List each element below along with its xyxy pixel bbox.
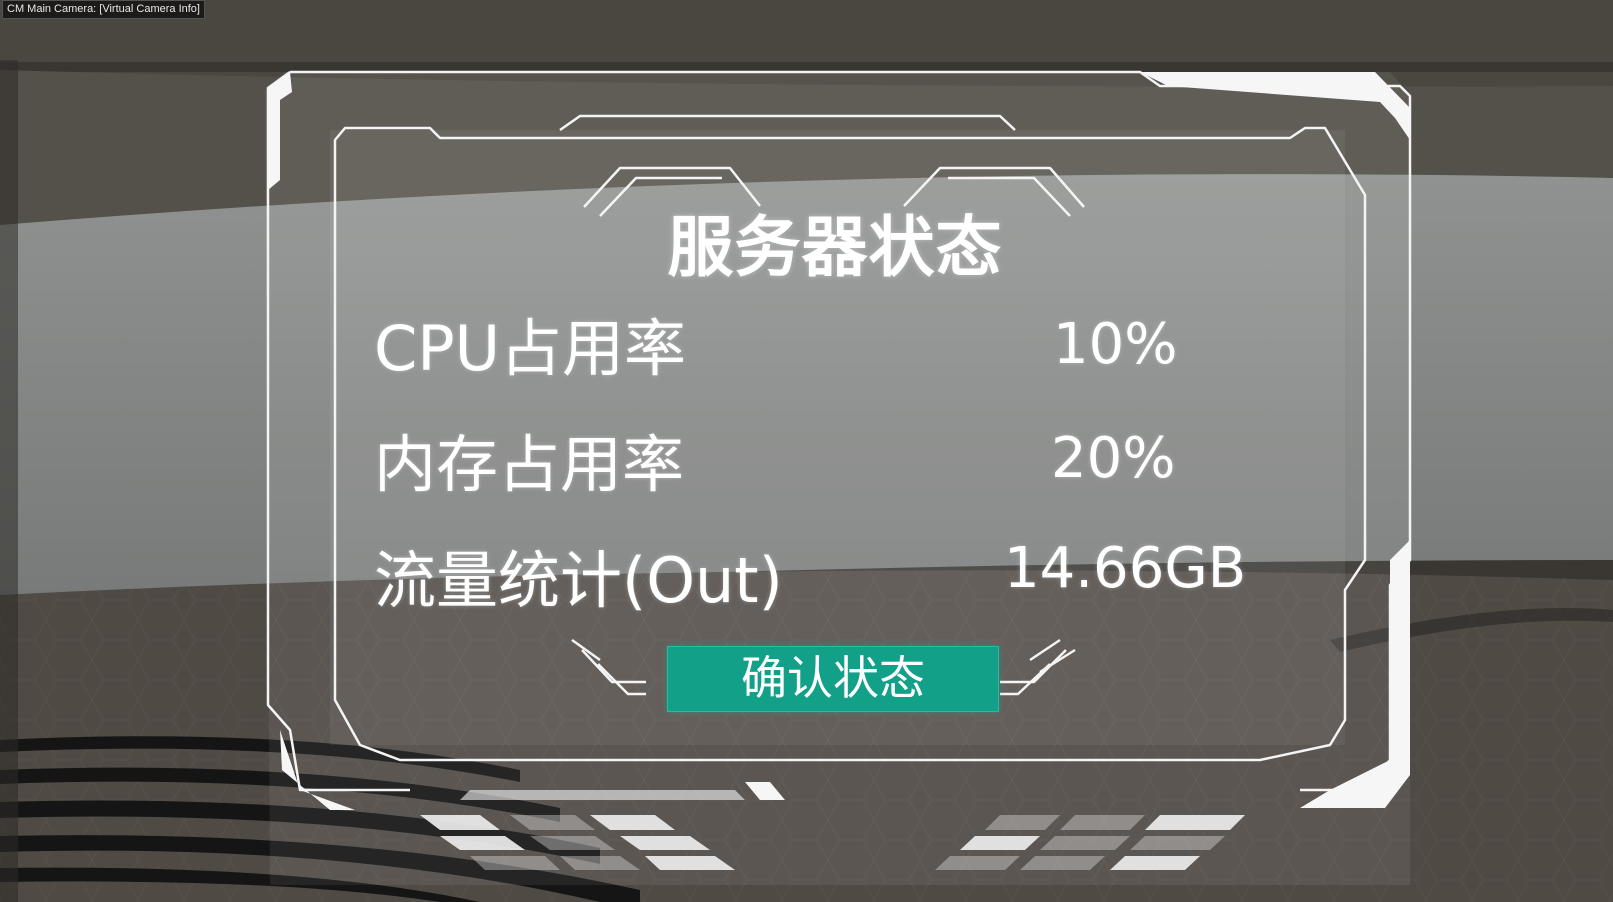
camera-debug-label: CM Main Camera: [Virtual Camera Info] xyxy=(2,0,205,19)
hud-frame xyxy=(265,70,1412,885)
memory-usage-value: 20% xyxy=(1051,426,1176,491)
game-scene: CM Main Camera: [Virtual Camera Info] 服务… xyxy=(0,0,1613,902)
confirm-status-button[interactable]: 确认状态 xyxy=(667,646,999,712)
memory-usage-label: 内存占用率 xyxy=(374,428,685,501)
panel-title: 服务器状态 xyxy=(667,209,1003,286)
traffic-out-value: 14.66GB xyxy=(1004,536,1247,601)
cpu-usage-value: 10% xyxy=(1053,312,1178,377)
cpu-usage-label: CPU占用率 xyxy=(374,312,687,385)
traffic-out-label: 流量统计(Out) xyxy=(374,544,783,617)
